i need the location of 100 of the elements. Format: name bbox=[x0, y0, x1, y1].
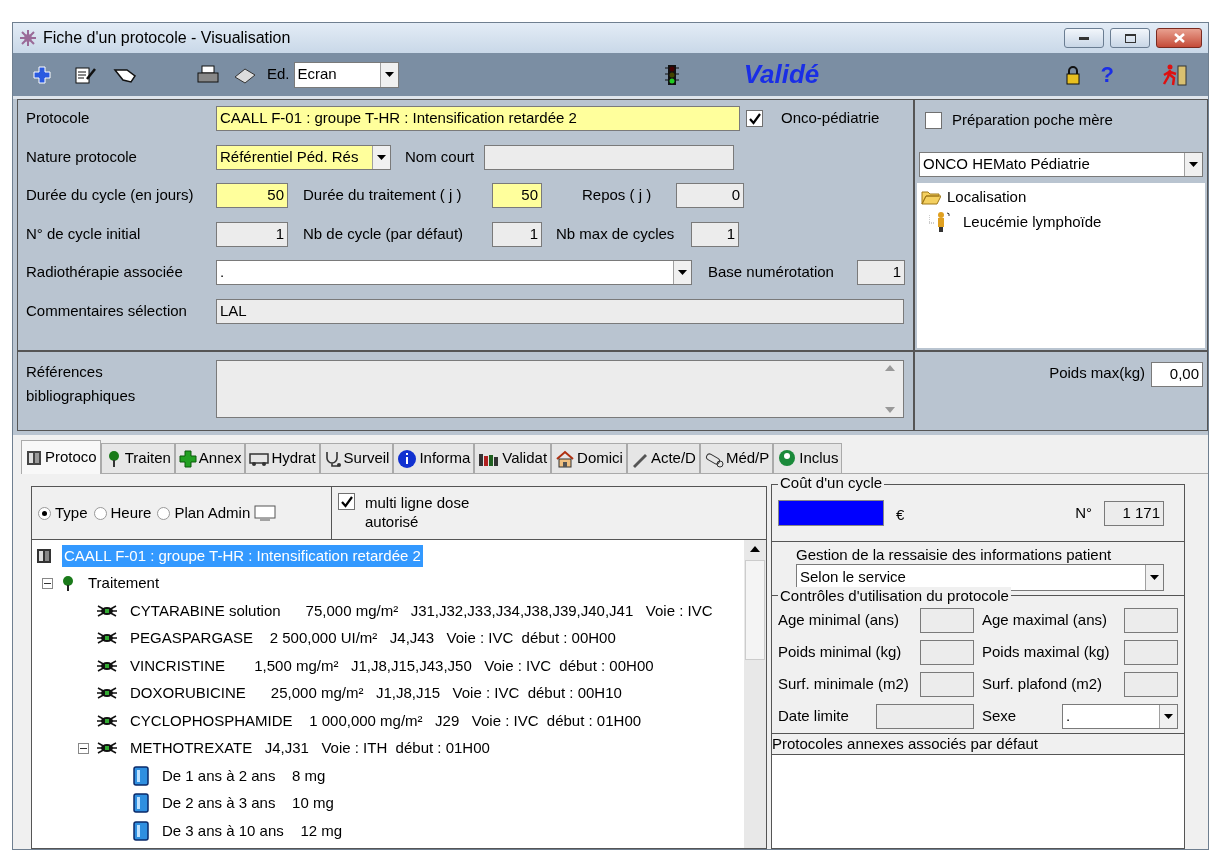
minimize-icon bbox=[1079, 36, 1089, 40]
service-dropdown[interactable]: ONCO HEMato Pédiatrie bbox=[919, 152, 1203, 177]
onco-checkbox[interactable] bbox=[746, 110, 763, 127]
printer-icon[interactable] bbox=[197, 64, 219, 85]
field-label: Références bibliographiques bbox=[26, 362, 137, 406]
max-weight-field[interactable]: 0,00 bbox=[1151, 362, 1203, 387]
dropdown-button[interactable] bbox=[372, 145, 390, 169]
radiotherapy-dropdown[interactable]: . bbox=[216, 260, 692, 285]
comments-field[interactable]: LAL bbox=[216, 298, 904, 324]
tree-item[interactable]: De 2 ans à 3 ans 10 mg bbox=[160, 792, 336, 815]
dropdown-button[interactable] bbox=[1159, 705, 1177, 728]
tab[interactable]: Validat bbox=[474, 443, 552, 473]
vial-icon bbox=[132, 820, 150, 841]
edit-icon[interactable] bbox=[75, 64, 97, 85]
preparation-checkbox[interactable] bbox=[925, 111, 942, 129]
input-field[interactable]: 50 bbox=[492, 183, 542, 208]
tree-item[interactable]: VINCRISTINE 1,500 mg/m² J1,J8,J15,J43,J50 Voie : IVC début : 00H00 bbox=[128, 654, 656, 677]
input-field[interactable] bbox=[1124, 672, 1178, 697]
field-label: Protocole bbox=[26, 108, 91, 129]
tree-item[interactable]: Localisation bbox=[947, 185, 1027, 209]
input-field[interactable] bbox=[1124, 640, 1178, 665]
radio-button[interactable] bbox=[157, 506, 171, 520]
field-label: Gestion de la ressaisie des informations patient bbox=[796, 546, 1113, 564]
maximize-button[interactable] bbox=[1110, 28, 1150, 48]
minimize-button[interactable] bbox=[1064, 28, 1104, 48]
input-field[interactable] bbox=[876, 704, 974, 729]
tab[interactable]: Informa bbox=[393, 443, 475, 473]
add-icon[interactable] bbox=[33, 65, 51, 84]
tab[interactable]: Domici bbox=[551, 443, 627, 473]
tab[interactable]: Méd/P bbox=[699, 443, 774, 473]
radio-button[interactable] bbox=[93, 506, 107, 520]
field-label: Base numérotation bbox=[708, 262, 835, 283]
field-label: Onco-pédiatrie bbox=[781, 108, 880, 129]
tab[interactable]: Annex bbox=[174, 443, 246, 473]
stethoscope-icon bbox=[323, 449, 342, 468]
tree-item[interactable]: CYCLOPHOSPHAMIDE 1 000,000 mg/m² J29 Voie : IVC début : 01H00 bbox=[128, 709, 644, 732]
exit-icon[interactable] bbox=[1162, 63, 1188, 86]
tab[interactable]: Traiten bbox=[100, 443, 175, 473]
monitor-icon bbox=[254, 505, 277, 521]
input-field[interactable]: 50 bbox=[216, 183, 288, 208]
tree-item[interactable]: PEGASPARGASE 2 500,000 UI/m² J4,J43 Voie : IVC début : 00H00 bbox=[128, 627, 618, 650]
field-label: Nb max de cycles bbox=[556, 223, 676, 244]
input-field[interactable] bbox=[920, 608, 974, 633]
gestion-dropdown[interactable]: Selon le service bbox=[796, 564, 1164, 591]
bug-icon bbox=[96, 713, 118, 728]
dropdown-button[interactable] bbox=[673, 261, 691, 284]
dropdown-arrow-icon bbox=[1164, 714, 1173, 719]
tab[interactable]: Surveil bbox=[319, 443, 394, 473]
input-field[interactable]: 0 bbox=[676, 183, 744, 208]
tab[interactable]: Inclus bbox=[773, 443, 843, 473]
radio-button[interactable] bbox=[38, 506, 51, 520]
short-name-field[interactable] bbox=[484, 144, 735, 170]
bug-icon bbox=[96, 658, 118, 673]
input-field[interactable] bbox=[920, 672, 974, 697]
references-field[interactable] bbox=[216, 360, 904, 418]
field-label: Surf. minimale (m2) bbox=[778, 674, 909, 695]
sex-dropdown[interactable]: . bbox=[1062, 704, 1178, 729]
nature-dropdown[interactable]: Référentiel Péd. Rés bbox=[216, 144, 391, 170]
dropdown-button[interactable] bbox=[379, 62, 398, 87]
input-field[interactable]: 1 bbox=[216, 221, 288, 247]
collapse-toggle[interactable] bbox=[41, 577, 53, 589]
dropdown-button[interactable] bbox=[1184, 153, 1202, 176]
collapse-toggle[interactable] bbox=[77, 742, 89, 754]
field-label: Heure bbox=[110, 502, 152, 523]
lock-icon[interactable] bbox=[1064, 64, 1081, 85]
multi-line-checkbox[interactable] bbox=[338, 493, 355, 510]
tree-item[interactable]: METHOTREXATE J4,J31 Voie : ITH début : 01H00 bbox=[128, 737, 492, 760]
tree-item[interactable]: DOXORUBICINE 25,000 mg/m² J1,J8,J15 Voie : IVC début : 00H10 bbox=[128, 682, 624, 705]
document-icon bbox=[25, 448, 43, 467]
input-field[interactable]: 1 bbox=[492, 221, 542, 247]
dropdown-arrow-icon bbox=[377, 154, 386, 160]
number-field[interactable]: 1 171 bbox=[1104, 500, 1164, 526]
scroll-up-icon[interactable] bbox=[750, 546, 760, 552]
dropdown-arrow-icon bbox=[1189, 162, 1198, 167]
tree-item[interactable]: CYTARABINE solution 75,000 mg/m² J31,J32,J33,J34,J38,J39,J40,J41 Voie : IVC bbox=[128, 599, 715, 622]
group-title: Coût d'un cycle bbox=[778, 474, 885, 492]
bug-icon bbox=[96, 686, 118, 701]
input-field[interactable]: 1 bbox=[691, 221, 739, 247]
scrollbar[interactable] bbox=[744, 540, 766, 848]
document-icon bbox=[36, 547, 52, 564]
input-field[interactable] bbox=[920, 640, 974, 665]
protocol-field[interactable]: CAALL F-01 : groupe T-HR : Intensification retardée 2 bbox=[216, 106, 740, 131]
traffic-light-icon bbox=[663, 63, 680, 86]
maximize-icon bbox=[1124, 33, 1136, 43]
tab[interactable]: Acte/D bbox=[626, 443, 700, 473]
input-field[interactable] bbox=[1124, 608, 1178, 633]
dropdown-arrow-icon bbox=[1150, 575, 1159, 580]
tree-item[interactable]: De 1 ans à 2 ans 8 mg bbox=[160, 764, 328, 787]
tree-item[interactable]: De 3 ans à 10 ans 12 mg bbox=[160, 819, 345, 842]
tab[interactable]: Protoco bbox=[21, 440, 101, 474]
field-label: Nom court bbox=[405, 146, 475, 167]
tab[interactable]: Hydrat bbox=[245, 443, 320, 473]
input-field[interactable]: 1 bbox=[857, 260, 905, 285]
tree-item[interactable]: Leucémie lymphoïde bbox=[963, 210, 1102, 234]
edition-dropdown[interactable]: Ecran bbox=[293, 61, 399, 88]
tree-item[interactable]: Traitement bbox=[86, 572, 162, 595]
house-icon bbox=[555, 449, 576, 468]
close-button[interactable] bbox=[1156, 28, 1202, 48]
dropdown-button[interactable] bbox=[1145, 565, 1163, 590]
field-label: Poids max(kg) bbox=[1049, 363, 1145, 383]
